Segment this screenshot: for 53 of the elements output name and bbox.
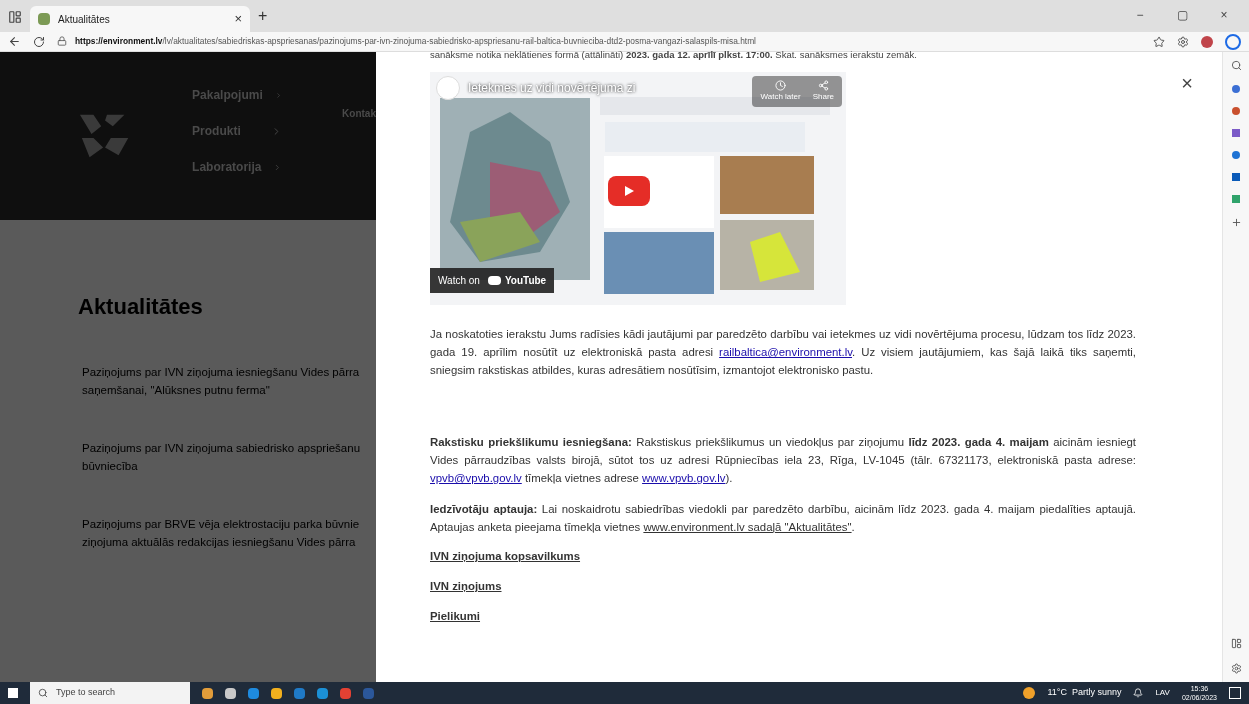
settings-icon[interactable] <box>1230 663 1242 674</box>
document-link[interactable]: IVN ziņojuma kopsavilkums <box>430 548 581 566</box>
body-paragraph: Iedzīvotāju aptauja: Lai noskaidrotu sabiedrības viedokli par paredzēto darbību, aicinām līdz 2023. gada 4. maijam piedalīties aptaujā. Aptaujas anketa pieejama tīmekļa vietnes www.environment.lv sadaļā "Aktualitātes". <box>430 502 1136 536</box>
panel-icon[interactable] <box>1230 638 1242 649</box>
email-link[interactable]: vpvb@vpvb.gov.lv <box>430 472 522 485</box>
document-link[interactable]: Pielikumi <box>430 608 480 626</box>
body-paragraph: Rakstisku priekšlikumu iesniegšana: Rakstiskus priekšlikumus un viedokļus par ziņojumu līdz 2023. gada 4. maijam aicinām iesniegt Vides pārraudzības valsts birojā, sūtot tos uz adresi Rūpniecības iela 23, Rīga, LV-1045 (tālr. 67321173, elektroniskā pasta adrese: vpvb@vpvb.gov.lv tīmekļa vietnes adrese www.vpvb.gov.lv). <box>430 435 1136 487</box>
taskbar-app-icon[interactable] <box>248 687 259 699</box>
url-text: https://environment.lv/lv/aktualitates/sabiedriskas-apspriesanas/pazinojums-par-ivn-zinojuma-sabiedrisko-apspriesanu-rail-baltica-buvnieciba-dtd2-posma-vangazi-salaspils-misa.html <box>75 35 756 48</box>
profile-avatar-icon[interactable] <box>1201 35 1213 48</box>
taskbar-search-field[interactable]: Type to search <box>30 682 190 704</box>
search-icon[interactable] <box>1230 60 1242 71</box>
tab-close-button[interactable]: × <box>234 9 242 29</box>
email-link[interactable]: railbaltica@environment.lv <box>719 346 852 359</box>
bing-icon[interactable] <box>1225 33 1241 50</box>
lock-icon <box>57 36 67 47</box>
tab-title: Aktualitātes <box>58 12 111 27</box>
watch-on-youtube-button[interactable]: Watch on YouTube <box>430 268 555 294</box>
taskbar-app-icon[interactable] <box>271 687 282 699</box>
email-link[interactable]: www.vpvb.gov.lv <box>642 472 726 485</box>
taskbar-app-icon[interactable] <box>202 687 213 699</box>
document-link[interactable]: IVN ziņojums <box>430 578 502 596</box>
settings-icon[interactable] <box>1177 35 1189 48</box>
play-button[interactable] <box>608 176 650 207</box>
video-title[interactable]: Ietekmes uz vidi novērtējuma zi <box>468 79 636 98</box>
new-tab-button[interactable]: + <box>258 4 268 28</box>
browser-tab[interactable]: Aktualitātes × <box>30 6 250 32</box>
add-icon[interactable] <box>1230 217 1242 228</box>
play-icon <box>623 185 635 198</box>
weather-icon[interactable] <box>1023 687 1036 699</box>
search-icon <box>38 688 48 698</box>
close-button[interactable]: × <box>1174 70 1200 96</box>
site-link[interactable]: www.environment.lv sadaļā "Aktualitātes" <box>643 521 852 534</box>
tab-actions-icon[interactable] <box>8 10 22 24</box>
tray-icon[interactable] <box>1133 688 1144 698</box>
refresh-icon[interactable] <box>33 35 45 48</box>
taskbar-app-icon[interactable] <box>317 687 328 699</box>
window-control-button[interactable]: × <box>1207 6 1241 24</box>
back-icon[interactable] <box>8 35 21 48</box>
language-indicator[interactable]: LAV <box>1155 687 1170 699</box>
intro-text: sanāksme notika neklātienes formā (attālināti) 2023. gada 12. aprīlī plkst. 17:00. Skat. sanāksmes ierakstu zemāk. <box>430 48 918 62</box>
video-player[interactable]: Ietekmes uz vidi novērtējuma zi Watch later Share Watch on YouTube <box>430 72 846 306</box>
page-heading: Aktualitātes <box>77 293 204 321</box>
youtube-icon <box>487 276 501 286</box>
taskbar-app-icon[interactable] <box>225 687 236 699</box>
share-icon <box>817 80 829 92</box>
body-paragraph: Ja noskatoties ierakstu Jums radīsies kādi jautājumi par paredzēto darbību vai ietekmes uz vidi novērtējuma procesu, lūdzam tos līdz 2023. gada 19. aprīlim nosūtīt uz elektroniskā pasta adresi railbaltica@environment.lv. Uz visiem jautājumiem, kas šajā laikā tiks saņemti, sniegsim rakstiskas atbildes, kuras adresātiem nosūtīsim, izmantojot elektronisko pastu. <box>430 327 1136 379</box>
site-favicon-icon <box>38 13 50 25</box>
clock-icon <box>775 80 787 92</box>
favorite-icon[interactable] <box>1153 35 1165 48</box>
window-control-button[interactable]: ▢ <box>1165 6 1199 24</box>
window-control-button[interactable]: − <box>1123 6 1157 24</box>
weather-text[interactable]: 11°C Partly sunny <box>1047 686 1122 700</box>
